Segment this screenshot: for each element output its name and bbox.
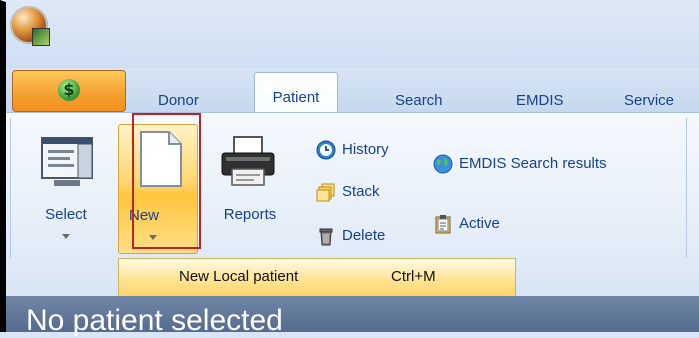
tab-search[interactable]: Search <box>395 76 443 110</box>
history-label: History <box>342 141 389 158</box>
emdis-search-results-label: EMDIS Search results <box>459 155 607 172</box>
tab-service[interactable]: Service <box>624 76 674 110</box>
new-dropdown-menu: New Local patient Ctrl+M <box>118 258 516 298</box>
menu-item-new-local-patient[interactable]: New Local patient <box>179 268 298 285</box>
printer-icon <box>221 136 275 186</box>
delete-label: Delete <box>342 227 386 244</box>
globe-icon <box>433 154 453 174</box>
trash-icon <box>319 228 333 246</box>
app-menu-button[interactable]: $ <box>12 70 126 112</box>
application-logo-icon[interactable] <box>10 6 50 46</box>
dollar-icon: $ <box>58 79 80 101</box>
reports-label: Reports <box>223 206 277 223</box>
tab-donor[interactable]: Donor <box>158 76 199 110</box>
group-separator <box>10 118 11 258</box>
stack-label: Stack <box>342 183 380 200</box>
history-icon <box>316 140 336 160</box>
select-label: Select <box>45 206 87 223</box>
chevron-down-icon <box>62 234 70 239</box>
logo-badge-icon <box>32 28 50 46</box>
menu-item-shortcut: Ctrl+M <box>391 268 436 285</box>
active-label: Active <box>459 215 500 232</box>
clipboard-icon <box>435 215 451 234</box>
patient-status-text: No patient selected <box>26 304 283 337</box>
window-list-icon <box>41 137 93 186</box>
tab-patient[interactable]: Patient <box>254 72 338 112</box>
group-separator <box>686 118 687 258</box>
tab-emdis[interactable]: EMDIS <box>516 76 564 110</box>
stack-icon <box>316 183 335 202</box>
annotation-highlight <box>132 113 201 249</box>
title-bar <box>6 0 699 68</box>
